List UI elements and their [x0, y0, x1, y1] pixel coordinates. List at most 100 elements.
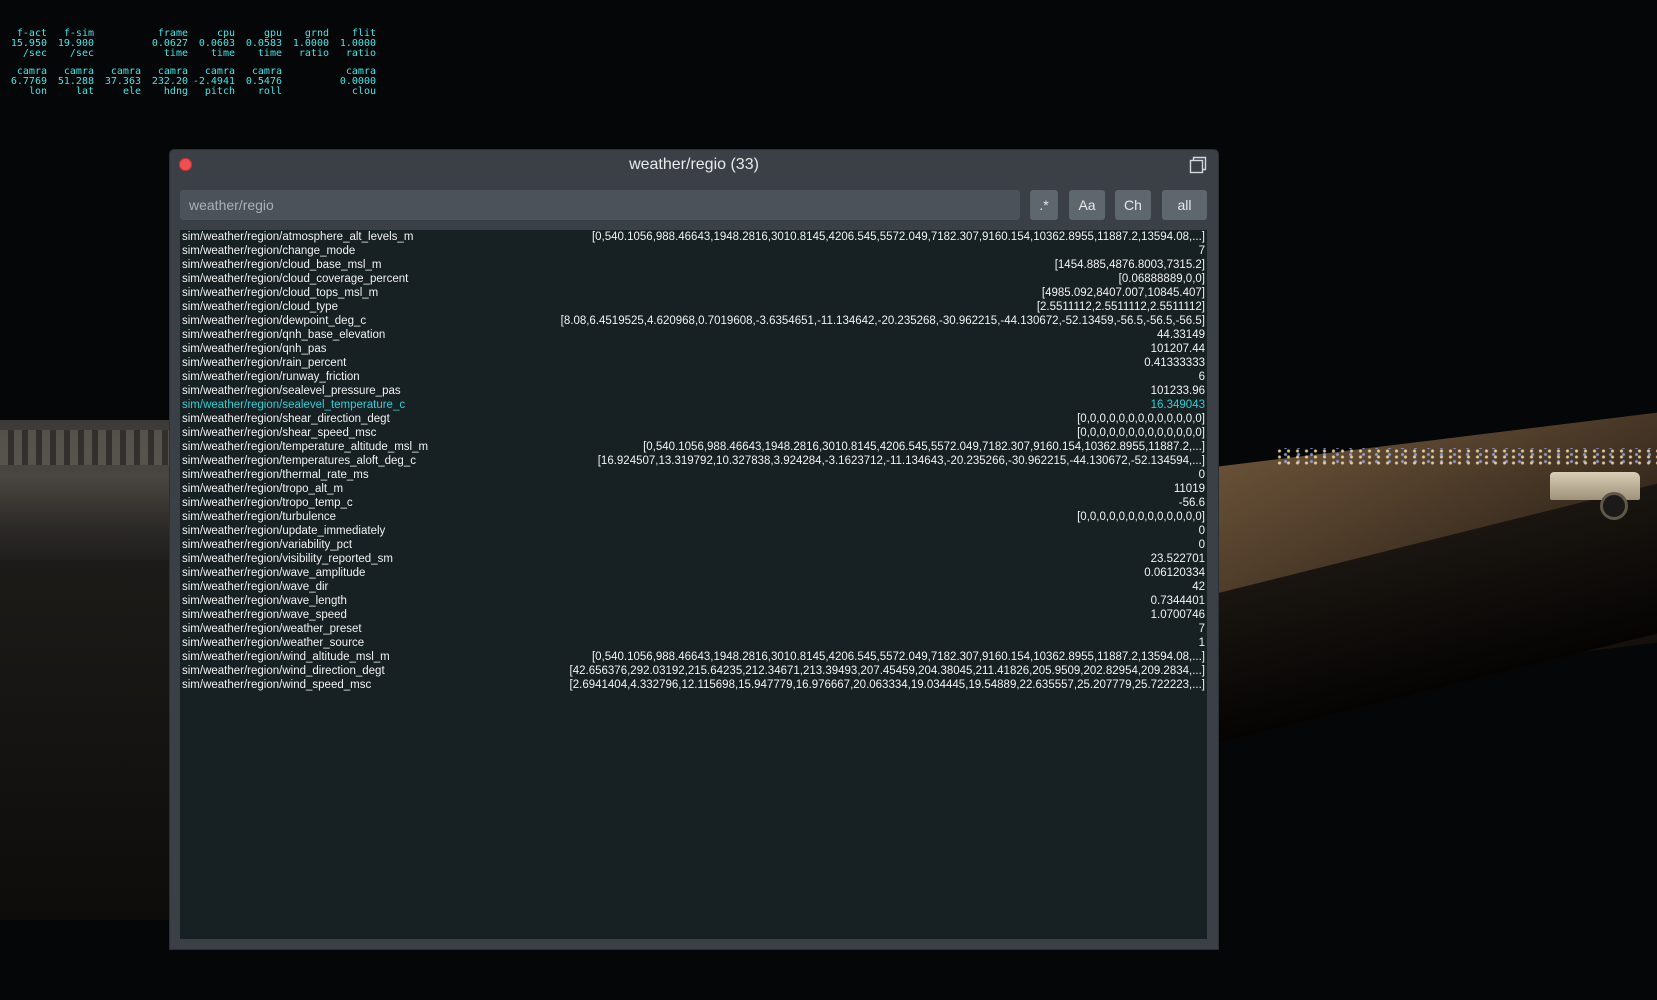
window-titlebar[interactable]: weather/regio (33): [170, 150, 1218, 180]
dataref-row[interactable]: sim/weather/region/qnh_base_elevation 44.…: [180, 328, 1207, 342]
dataref-row[interactable]: sim/weather/region/dewpoint_deg_c [8.08,6…: [180, 314, 1207, 328]
dataref-name: sim/weather/region/sealevel_pressure_pas: [182, 385, 401, 397]
popout-icon[interactable]: [1189, 156, 1207, 174]
case-sensitive-button[interactable]: Aa: [1069, 190, 1105, 220]
dataref-name: sim/weather/region/sealevel_temperature_…: [182, 399, 406, 411]
dataref-row[interactable]: sim/weather/region/shear_speed_msc [0,0,0…: [180, 426, 1207, 440]
dataref-row[interactable]: sim/weather/region/temperatures_aloft_de…: [180, 454, 1207, 468]
dataref-value[interactable]: [0,540.1056,988.46643,1948.2816,3010.814…: [592, 230, 1205, 244]
dataref-row[interactable]: sim/weather/region/weather_source 1: [180, 636, 1207, 650]
stat-unit: hdng: [163, 86, 188, 97]
dataref-value[interactable]: [0,0,0,0,0,0,0,0,0,0,0,0,0]: [1077, 426, 1205, 440]
dataref-row[interactable]: sim/weather/region/tropo_temp_c -56.6: [180, 496, 1207, 510]
dataref-row[interactable]: sim/weather/region/update_immediately 0: [180, 524, 1207, 538]
dataref-name: sim/weather/region/cloud_coverage_percen…: [182, 273, 409, 285]
dataref-row[interactable]: sim/weather/region/cloud_coverage_percen…: [180, 272, 1207, 286]
dataref-value[interactable]: 0: [1199, 538, 1205, 552]
stat-column: camra 0.5476 roll: [235, 67, 282, 97]
dataref-row[interactable]: sim/weather/region/thermal_rate_ms 0: [180, 468, 1207, 482]
dataref-value[interactable]: [0,0,0,0,0,0,0,0,0,0,0,0,0]: [1077, 412, 1205, 426]
dataref-value[interactable]: -56.6: [1179, 496, 1205, 510]
dataref-name: sim/weather/region/tropo_alt_m: [182, 483, 344, 495]
dataref-value[interactable]: [0.06888889,0,0]: [1119, 272, 1205, 286]
dataref-row[interactable]: sim/weather/region/turbulence [0,0,0,0,0,…: [180, 510, 1207, 524]
dataref-value[interactable]: 42: [1192, 580, 1205, 594]
dataref-row[interactable]: sim/weather/region/shear_direction_degt […: [180, 412, 1207, 426]
dataref-value[interactable]: [4985.092,8407.007,10845.407]: [1042, 286, 1205, 300]
dataref-value[interactable]: 6: [1199, 370, 1205, 384]
dataref-row[interactable]: sim/weather/region/variability_pct 0: [180, 538, 1207, 552]
dataref-value[interactable]: [0,540.1056,988.46643,1948.2816,3010.814…: [643, 440, 1205, 454]
stat-unit: /sec: [69, 48, 94, 59]
dataref-value[interactable]: 0: [1199, 524, 1205, 538]
stat-column: f-sim 19.900/sec: [47, 29, 94, 59]
dataref-name: sim/weather/region/temperature_altitude_…: [182, 441, 429, 453]
dataref-name: sim/weather/region/turbulence: [182, 511, 337, 523]
stat-column: gpu 0.0583 time: [235, 29, 282, 59]
dataref-row[interactable]: sim/weather/region/temperature_altitude_…: [180, 440, 1207, 454]
search-input[interactable]: [180, 190, 1020, 220]
dataref-row[interactable]: sim/weather/region/wind_direction_degt [4…: [180, 664, 1207, 678]
dataref-row[interactable]: sim/weather/region/weather_preset 7: [180, 622, 1207, 636]
dataref-value[interactable]: 101207.44: [1151, 342, 1205, 356]
dataref-name: sim/weather/region/wind_altitude_msl_m: [182, 651, 390, 663]
dataref-row[interactable]: sim/weather/region/wave_amplitude 0.06120…: [180, 566, 1207, 580]
stat-column: grnd 1.0000 ratio: [282, 29, 329, 59]
dataref-row[interactable]: sim/weather/region/cloud_tops_msl_m [4985…: [180, 286, 1207, 300]
dataref-row[interactable]: sim/weather/region/atmosphere_alt_levels…: [180, 230, 1207, 244]
show-all-button[interactable]: all: [1162, 190, 1207, 220]
dataref-value[interactable]: 0.06120334: [1144, 566, 1205, 580]
dataref-name: sim/weather/region/qnh_base_elevation: [182, 329, 386, 341]
dataref-value[interactable]: [0,540.1056,988.46643,1948.2816,3010.814…: [592, 650, 1205, 664]
stat-unit: time: [210, 48, 235, 59]
dataref-value[interactable]: 0.41333333: [1144, 356, 1205, 370]
dataref-row[interactable]: sim/weather/region/runway_friction 6: [180, 370, 1207, 384]
dataref-row[interactable]: sim/weather/region/visibility_reported_s…: [180, 552, 1207, 566]
dataref-row[interactable]: sim/weather/region/wave_length 0.7344401: [180, 594, 1207, 608]
dataref-row[interactable]: sim/weather/region/wave_speed 1.0700746: [180, 608, 1207, 622]
dataref-row-selected[interactable]: sim/weather/region/sealevel_temperature_…: [180, 398, 1207, 412]
dataref-value[interactable]: 44.33149: [1157, 328, 1205, 342]
dataref-value[interactable]: [1454.885,4876.8003,7315.2]: [1055, 258, 1205, 272]
stat-unit: /sec: [22, 48, 47, 59]
dataref-row[interactable]: sim/weather/region/qnh_pas 101207.44: [180, 342, 1207, 356]
dataref-value[interactable]: 0.7344401: [1151, 594, 1205, 608]
dataref-value[interactable]: 1: [1199, 636, 1205, 650]
dataref-value[interactable]: 0: [1199, 468, 1205, 482]
dataref-row[interactable]: sim/weather/region/cloud_base_msl_m [1454…: [180, 258, 1207, 272]
dataref-value[interactable]: 16.349043: [1151, 398, 1205, 412]
dataref-value[interactable]: [42.656376,292.03192,215.64235,212.34671…: [570, 664, 1205, 678]
changed-only-button[interactable]: Ch: [1115, 190, 1151, 220]
dataref-value[interactable]: [8.08,6.4519525,4.620968,0.7019608,-3.63…: [561, 314, 1205, 328]
dataref-value[interactable]: [2.6941404,4.332796,12.115698,15.947779,…: [570, 678, 1205, 692]
stat-unit: time: [257, 48, 282, 59]
dataref-row[interactable]: sim/weather/region/tropo_alt_m 11019: [180, 482, 1207, 496]
dataref-value[interactable]: [0,0,0,0,0,0,0,0,0,0,0,0,0]: [1077, 510, 1205, 524]
dataref-row[interactable]: sim/weather/region/sealevel_pressure_pas…: [180, 384, 1207, 398]
dataref-value[interactable]: 7: [1199, 244, 1205, 258]
dataref-value[interactable]: [16.924507,13.319792,10.327838,3.924284,…: [598, 454, 1205, 468]
dataref-row[interactable]: sim/weather/region/change_mode 7: [180, 244, 1207, 258]
stat-name: [282, 67, 329, 77]
dataref-row[interactable]: sim/weather/region/wind_speed_msc [2.6941…: [180, 678, 1207, 692]
dataref-name: sim/weather/region/wave_length: [182, 595, 347, 607]
dataref-row[interactable]: sim/weather/region/wind_altitude_msl_m [0…: [180, 650, 1207, 664]
stat-column: camra 51.288 lat: [47, 67, 94, 97]
dataref-value[interactable]: 1.0700746: [1151, 608, 1205, 622]
dataref-name: sim/weather/region/qnh_pas: [182, 343, 327, 355]
dataref-name: sim/weather/region/wave_amplitude: [182, 567, 366, 579]
stat-unit: ratio: [298, 48, 329, 59]
dataref-value[interactable]: 23.522701: [1151, 552, 1205, 566]
stat-value: [94, 39, 141, 49]
dataref-list[interactable]: sim/weather/region/atmosphere_alt_levels…: [180, 230, 1207, 939]
dataref-value[interactable]: 11019: [1174, 482, 1205, 496]
dataref-row[interactable]: sim/weather/region/wave_dir 42: [180, 580, 1207, 594]
dataref-row[interactable]: sim/weather/region/cloud_type [2.5511112,…: [180, 300, 1207, 314]
dataref-name: sim/weather/region/shear_direction_degt: [182, 413, 390, 425]
dataref-row[interactable]: sim/weather/region/rain_percent 0.4133333…: [180, 356, 1207, 370]
dataref-value[interactable]: 101233.96: [1151, 384, 1205, 398]
regex-toggle-button[interactable]: .*: [1030, 190, 1058, 220]
dataref-value[interactable]: 7: [1199, 622, 1205, 636]
dataref-value[interactable]: [2.5511112,2.5511112,2.5511112]: [1037, 300, 1205, 314]
stat-column: f-act 15.950/sec: [0, 29, 47, 59]
